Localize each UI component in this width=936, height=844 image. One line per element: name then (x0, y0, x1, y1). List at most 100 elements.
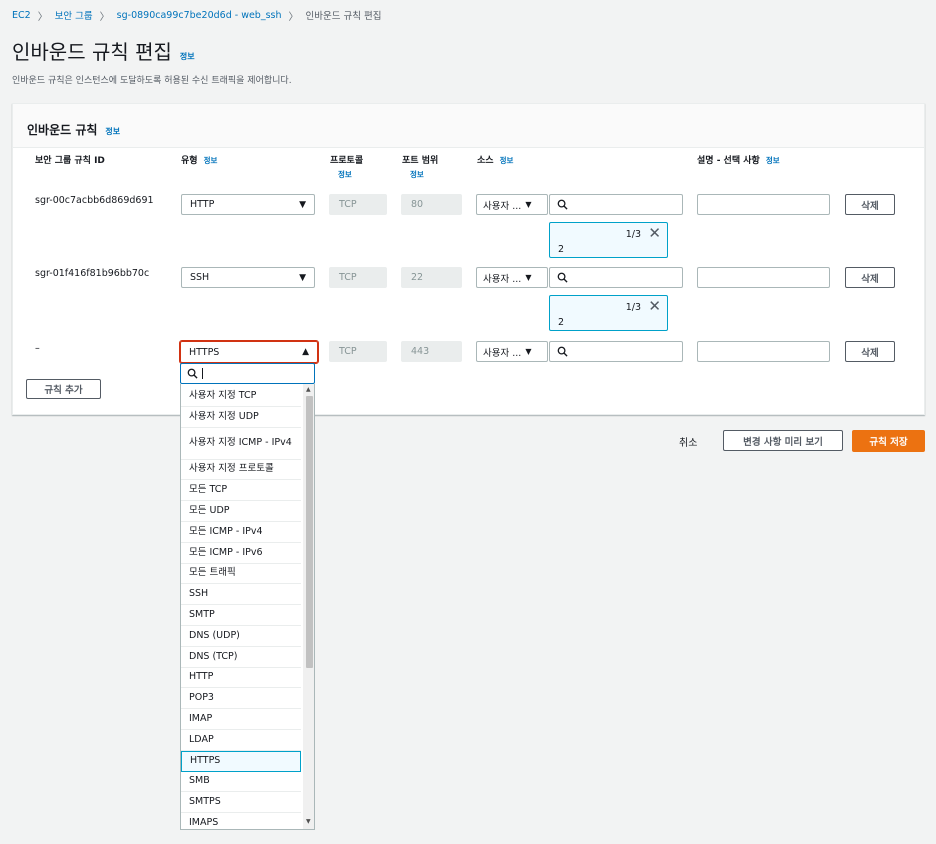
col-header-source-label: 소스 (477, 156, 494, 166)
protocol-field: TCP (329, 341, 387, 362)
text-cursor (202, 368, 203, 379)
scroll-up-icon[interactable]: ▲ (306, 386, 311, 393)
description-info-link[interactable]: 정보 (766, 156, 780, 165)
page-description: 인바운드 규칙은 인스턴스에 도달하도록 허용된 수신 트래픽을 제어합니다. (12, 76, 292, 86)
add-rule-button[interactable]: 규칙 추가 (26, 379, 101, 399)
panel-title-text: 인바운드 규칙 (27, 123, 98, 137)
caret-down-icon: ▼ (299, 199, 306, 210)
source-search-input[interactable] (549, 267, 683, 288)
dropdown-scrollbar[interactable]: ▲ ▼ (303, 384, 314, 829)
inbound-rules-panel: 인바운드 규칙 정보 (12, 103, 925, 415)
dropdown-option[interactable]: DNS (TCP) (181, 647, 301, 668)
panel-info-link[interactable]: 정보 (105, 126, 120, 137)
dropdown-option[interactable]: 모든 UDP (181, 501, 301, 522)
type-dropdown-list[interactable]: ▲ ▼ 사용자 지정 TCP 사용자 지정 UDP 사용자 지정 ICMP - IP… (180, 384, 315, 830)
type-select-value: HTTPS (189, 346, 220, 358)
token-count: 1/3 (625, 229, 641, 240)
chevron-right-icon: 〉 (288, 11, 299, 23)
dropdown-option[interactable]: DNS (UDP) (181, 626, 301, 647)
port-range-field: 80 (401, 194, 462, 215)
delete-button[interactable]: 삭제 (845, 341, 895, 362)
col-header-protocol-label: 프로토콜 (330, 156, 364, 166)
search-icon (557, 346, 568, 357)
scroll-down-icon[interactable]: ▼ (306, 818, 311, 825)
dropdown-option[interactable]: HTTPS (181, 750, 301, 772)
rule-id: sgr-01f416f81b96bb70c (35, 268, 150, 279)
type-select[interactable]: HTTP ▼ (181, 194, 315, 215)
dropdown-option[interactable]: SMTP (181, 605, 301, 626)
type-select-value: SSH (190, 272, 210, 283)
search-icon (187, 368, 198, 379)
source-token: 1/3 ✕ 2 (549, 295, 668, 331)
type-select-value: HTTP (190, 199, 215, 210)
source-search-input[interactable] (549, 194, 683, 215)
col-header-source: 소스 정보 (477, 153, 513, 166)
scroll-thumb[interactable] (306, 396, 313, 668)
col-header-type: 유형 정보 (181, 153, 217, 166)
protocol-field: TCP (329, 267, 387, 288)
close-icon[interactable]: ✕ (648, 297, 661, 315)
dropdown-option[interactable]: 사용자 지정 TCP (181, 386, 301, 407)
col-header-type-label: 유형 (181, 156, 198, 166)
dropdown-option[interactable]: 사용자 지정 UDP (181, 407, 301, 428)
search-icon (557, 272, 568, 283)
delete-button[interactable]: 삭제 (845, 267, 895, 288)
col-header-port-range-label: 포트 범위 (402, 156, 439, 166)
dropdown-option[interactable]: IMAP (181, 709, 301, 730)
dropdown-option[interactable]: 모든 ICMP - IPv6 (181, 543, 301, 564)
description-input[interactable] (697, 267, 830, 288)
dropdown-option[interactable]: SSH (181, 584, 301, 606)
port-info-link[interactable]: 정보 (402, 169, 438, 180)
page-info-link[interactable]: 정보 (180, 51, 195, 62)
search-icon (557, 199, 568, 210)
caret-down-icon: ▼ (525, 200, 532, 209)
save-rules-button[interactable]: 규칙 저장 (852, 430, 925, 452)
page-title-text: 인바운드 규칙 편집 (12, 40, 172, 64)
chevron-right-icon: 〉 (99, 11, 110, 23)
description-input[interactable] (697, 341, 830, 362)
cancel-link[interactable]: 취소 (679, 434, 697, 449)
type-info-link[interactable]: 정보 (204, 156, 218, 165)
dropdown-option[interactable]: 모든 트래픽 (181, 564, 301, 585)
delete-button[interactable]: 삭제 (845, 194, 895, 215)
token-value: 2 (558, 317, 565, 328)
source-type-select[interactable]: 사용자 ... ▼ (476, 267, 548, 288)
dropdown-option[interactable]: 사용자 지정 프로토콜 (181, 460, 301, 481)
dropdown-option[interactable]: HTTP (181, 668, 301, 689)
col-header-description-label: 설명 - 선택 사항 (697, 156, 760, 166)
close-icon[interactable]: ✕ (648, 224, 661, 242)
description-input[interactable] (697, 194, 830, 215)
dropdown-search-input[interactable] (180, 363, 315, 384)
dropdown-option[interactable]: 모든 TCP (181, 480, 301, 502)
breadcrumb-ec2[interactable]: EC2 (12, 10, 31, 21)
port-range-field: 443 (401, 341, 462, 362)
protocol-field: TCP (329, 194, 387, 215)
source-info-link[interactable]: 정보 (500, 156, 514, 165)
source-token: 1/3 ✕ 2 (549, 222, 668, 258)
breadcrumb-security-groups[interactable]: 보안 그룹 (55, 8, 93, 22)
dropdown-option[interactable]: POP3 (181, 688, 301, 710)
source-type-value: 사용자 ... (483, 200, 522, 212)
source-type-select[interactable]: 사용자 ... ▼ (476, 194, 548, 215)
caret-down-icon: ▼ (525, 273, 532, 282)
source-type-select[interactable]: 사용자 ... ▼ (476, 341, 548, 362)
rule-id: sgr-00c7acbb6d869d691 (35, 195, 154, 206)
breadcrumb: EC2 〉 보안 그룹 〉 sg-0890ca99c7be20d6d - web… (12, 8, 381, 23)
preview-changes-button[interactable]: 변경 사항 미리 보기 (723, 430, 843, 451)
source-type-value: 사용자 ... (483, 273, 522, 285)
protocol-info-link[interactable]: 정보 (330, 169, 363, 180)
col-header-rule-id: 보안 그룹 규칙 ID (35, 156, 105, 166)
dropdown-option[interactable]: SMTPS (181, 792, 301, 814)
dropdown-option[interactable]: 모든 ICMP - IPv4 (181, 522, 301, 543)
type-select[interactable]: SSH ▼ (181, 267, 315, 288)
dropdown-option[interactable]: SMB (181, 772, 301, 793)
col-header-description: 설명 - 선택 사항 정보 (697, 153, 780, 166)
breadcrumb-security-group-id[interactable]: sg-0890ca99c7be20d6d - web_ssh (117, 10, 282, 21)
dropdown-option[interactable]: IMAPS (181, 813, 301, 829)
type-select[interactable]: HTTPS ▲ (179, 340, 319, 364)
token-value: 2 (558, 244, 565, 255)
dropdown-option[interactable]: 사용자 지정 ICMP - IPv4 (181, 428, 301, 460)
dropdown-option[interactable]: LDAP (181, 730, 301, 751)
source-search-input[interactable] (549, 341, 683, 362)
token-count: 1/3 (625, 302, 641, 313)
